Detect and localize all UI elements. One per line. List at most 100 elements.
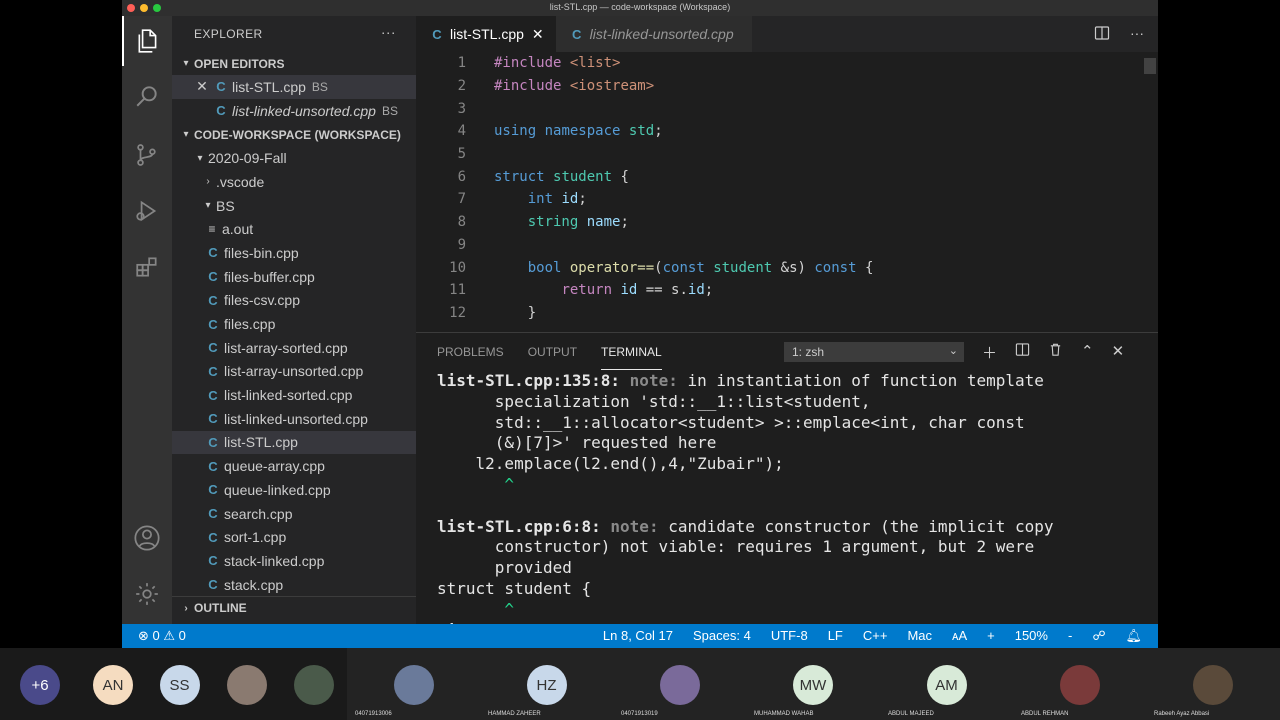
file-name: queue-linked.cpp <box>224 481 331 498</box>
participant-tile[interactable]: HZ HAMMAD ZAHEER <box>480 648 613 720</box>
file-item[interactable]: Cstack-linked.cpp <box>172 549 416 573</box>
notifications-bell-icon[interactable]: 🔔︎ <box>1125 628 1142 644</box>
file-name: stack-linked.cpp <box>224 552 325 569</box>
participant-tile[interactable]: 04071913019 <box>613 648 746 720</box>
maximize-panel-icon[interactable]: ⌃ <box>1081 342 1094 363</box>
participant-avatar <box>293 665 334 705</box>
close-icon[interactable]: ✕ <box>194 78 210 95</box>
zoom-in-button[interactable]: + <box>987 628 995 644</box>
file-item[interactable]: Csearch.cpp <box>172 502 416 526</box>
file-item[interactable]: Clist-array-sorted.cpp <box>172 336 416 360</box>
code-text: return id == s.id; <box>561 282 714 299</box>
zoom-out-button[interactable]: - <box>1068 628 1072 644</box>
folder-item[interactable]: › .vscode <box>172 170 416 194</box>
participant-avatar: +6 <box>20 665 60 705</box>
folder-item[interactable]: ▾ BS <box>172 194 416 218</box>
folder-item[interactable]: ▾ 2020-09-Fall <box>172 146 416 170</box>
code-line: 3 <box>416 97 1158 120</box>
open-editor-item[interactable]: C list-linked-unsorted.cpp BS <box>172 99 416 123</box>
platform[interactable]: Mac <box>907 628 932 644</box>
outline-header[interactable]: › OUTLINE <box>172 596 416 619</box>
settings-gear-icon[interactable] <box>122 569 172 619</box>
participant-avatar <box>393 665 434 705</box>
file-item[interactable]: Cfiles.cpp <box>172 312 416 336</box>
file-name: search.cpp <box>224 505 293 522</box>
workspace-header[interactable]: ▾ CODE-WORKSPACE (WORKSPACE) <box>172 123 416 146</box>
file-item[interactable]: Cfiles-buffer.cpp <box>172 265 416 289</box>
file-item[interactable]: Csort-1.cpp <box>172 525 416 549</box>
folder-name: BS <box>216 197 235 214</box>
terminal-line: struct student { <box>437 578 592 598</box>
tab-list-stl[interactable]: C list-STL.cpp ✕ <box>416 16 556 52</box>
search-icon[interactable] <box>122 71 172 121</box>
encoding[interactable]: UTF-8 <box>771 628 808 644</box>
participant-tile[interactable]: MW MUHAMMAD WAHAB <box>746 648 880 720</box>
file-item[interactable]: Clist-linked-unsorted.cpp <box>172 407 416 431</box>
problems-indicator[interactable]: ⊗ 0 ⚠ 0 <box>122 628 186 644</box>
extensions-icon[interactable] <box>122 242 172 292</box>
new-terminal-icon[interactable]: ＋ <box>982 342 997 363</box>
participant-tile[interactable]: ABDUL REHMAN <box>1013 648 1146 720</box>
explorer-icon[interactable] <box>122 16 172 66</box>
participant-tile[interactable]: 04071913006 <box>347 648 480 720</box>
split-editor-icon[interactable] <box>1094 25 1110 44</box>
folder-name: 2020-09-Fall <box>208 150 287 167</box>
open-editors-header[interactable]: ▾ OPEN EDITORS <box>172 52 416 75</box>
tab-list-linked-unsorted[interactable]: C list-linked-unsorted.cpp <box>555 16 752 52</box>
line-number: 8 <box>457 214 466 231</box>
more-actions-icon[interactable]: ··· <box>1130 25 1144 44</box>
split-terminal-icon[interactable] <box>1015 342 1030 363</box>
file-item[interactable]: Cqueue-array.cpp <box>172 454 416 478</box>
tab-problems[interactable]: PROBLEMS <box>437 335 504 369</box>
indentation[interactable]: Spaces: 4 <box>693 628 751 644</box>
vscode-window: list-STL.cpp — code-workspace (Workspace… <box>122 0 1158 648</box>
file-item[interactable]: Clist-STL.cpp <box>172 430 416 455</box>
line-ending[interactable]: LF <box>828 628 843 644</box>
activity-bar <box>122 16 172 624</box>
language-mode[interactable]: C++ <box>863 628 888 644</box>
file-item[interactable]: Clist-array-unsorted.cpp <box>172 360 416 384</box>
font-size-icon[interactable]: ᴀA <box>952 628 967 644</box>
window-title: list-STL.cpp — code-workspace (Workspace… <box>549 2 731 12</box>
cpp-file-icon: C <box>208 245 218 261</box>
tab-output[interactable]: OUTPUT <box>528 335 577 369</box>
participant-avatar: HZ <box>526 665 567 705</box>
participant-tile[interactable]: +6 <box>0 648 80 720</box>
participant-name: ABDUL REHMAN <box>1021 711 1069 717</box>
close-icon[interactable]: ✕ <box>532 26 544 43</box>
file-name: stack.cpp <box>224 576 284 593</box>
more-actions-icon[interactable]: ··· <box>381 24 396 40</box>
participant-tile[interactable]: AN <box>80 648 146 720</box>
tab-terminal[interactable]: TERMINAL <box>601 335 662 370</box>
participant-tile[interactable]: Rabeeh Ayaz Abbasi <box>1146 648 1280 720</box>
participant-tile[interactable]: AM ABDUL MAJEED <box>880 648 1013 720</box>
terminal-output[interactable]: list-STL.cpp:135:8: note: in instantiati… <box>437 371 1148 624</box>
run-debug-icon[interactable] <box>122 186 172 236</box>
file-item[interactable]: Clist-linked-sorted.cpp <box>172 383 416 407</box>
participant-tile[interactable]: SS <box>146 648 213 720</box>
cursor-position[interactable]: Ln 8, Col 17 <box>603 628 673 644</box>
cpp-file-icon: C <box>208 529 218 545</box>
chevron-down-icon: ▾ <box>197 152 203 164</box>
terminal-line: constructor) not viable: requires 1 argu… <box>437 537 1035 557</box>
code-editor[interactable]: 1 #include <list> 2 #include <iostream> 3 4 us… <box>416 52 1158 332</box>
feedback-icon[interactable]: ☍ <box>1092 628 1105 644</box>
terminal-select[interactable]: 1: zsh ⌄ <box>784 342 964 362</box>
file-item[interactable]: Cstack.cpp <box>172 573 416 597</box>
editor-scrollbar[interactable] <box>1144 58 1156 74</box>
participant-tile[interactable] <box>213 648 280 720</box>
trash-icon[interactable] <box>1048 342 1063 363</box>
file-item[interactable]: ≡ a.out <box>172 217 416 241</box>
account-icon[interactable] <box>122 513 172 563</box>
source-control-icon[interactable] <box>122 130 172 180</box>
participant-tile[interactable] <box>280 648 347 720</box>
close-panel-icon[interactable]: ✕ <box>1112 342 1125 363</box>
participant-avatar <box>1193 665 1233 705</box>
file-item[interactable]: Cfiles-bin.cpp <box>172 241 416 265</box>
zoom-level[interactable]: 150% <box>1015 628 1048 644</box>
open-editor-item[interactable]: ✕ C list-STL.cpp BS <box>172 75 416 99</box>
file-item[interactable]: Cqueue-linked.cpp <box>172 478 416 502</box>
cpp-file-icon: C <box>208 363 218 379</box>
file-item[interactable]: Cfiles-csv.cpp <box>172 289 416 313</box>
terminal-line: l2.emplace(l2.end(),4,"Zubair"); <box>437 454 784 474</box>
